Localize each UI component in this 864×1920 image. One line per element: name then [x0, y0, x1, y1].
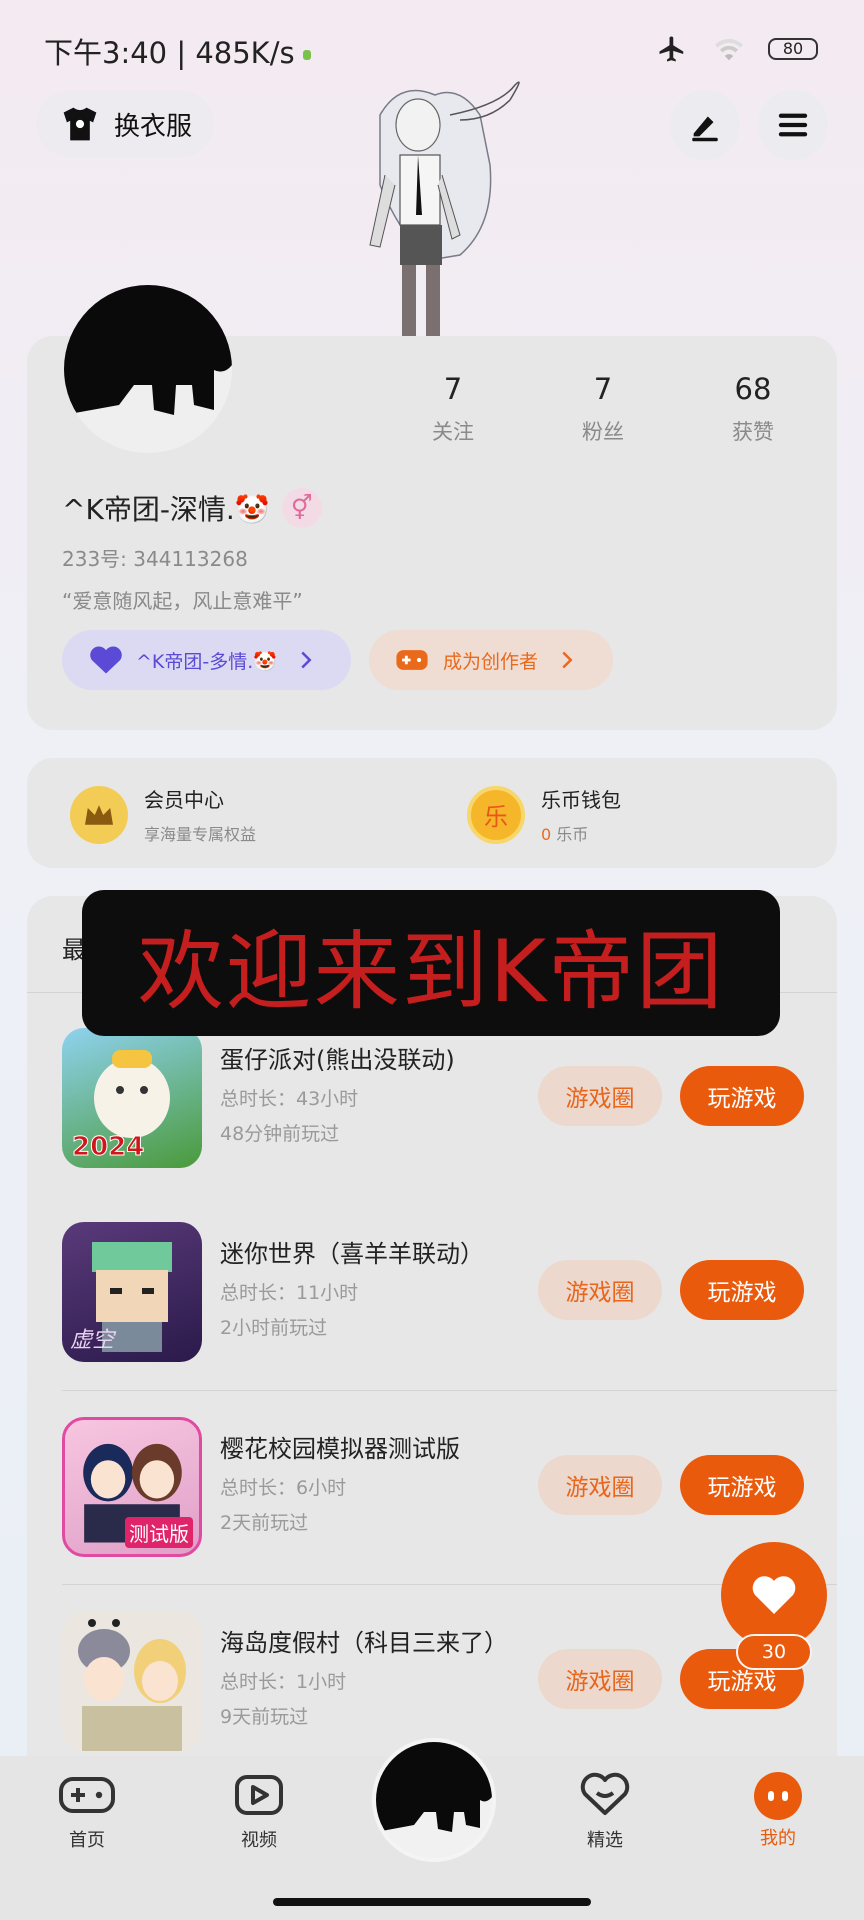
game-duration: 总时长：6小时 — [220, 1477, 347, 1499]
game-row[interactable]: 测试版 樱花校园模拟器测试版 总时长：6小时 2天前玩过 游戏圈 玩游戏 — [62, 1417, 806, 1557]
game-name: 海岛度假村（科目三来了） — [220, 1629, 508, 1657]
game-last-played: 9天前玩过 — [220, 1706, 309, 1728]
followers-count: 7 — [593, 372, 613, 406]
play-game-button[interactable]: 玩游戏 — [680, 1066, 804, 1126]
status-icons: 80 — [654, 34, 818, 64]
chevron-right-icon — [301, 651, 312, 669]
like-float-button[interactable] — [721, 1542, 827, 1648]
play-game-button[interactable]: 玩游戏 — [680, 1455, 804, 1515]
member-center-entry[interactable]: 会员中心 享海量专属权益 — [70, 784, 256, 845]
heart-outline-icon — [580, 1772, 630, 1815]
nickname-row: ^K帝团-深情.🤡 ⚥ — [62, 488, 322, 528]
game-row[interactable]: 虚空 迷你世界（喜羊羊联动） 总时长：11小时 2小时前玩过 游戏圈 玩游戏 — [62, 1222, 806, 1362]
game-name: 樱花校园模拟器测试版 — [220, 1435, 460, 1463]
likes-count: 68 — [734, 372, 772, 406]
play-video-icon — [235, 1775, 283, 1815]
game-circle-button[interactable]: 游戏圈 — [538, 1455, 662, 1515]
game-name: 迷你世界（喜羊羊联动） — [220, 1240, 484, 1268]
chevron-right-icon — [562, 651, 573, 669]
nav-home[interactable]: 首页 — [32, 1772, 142, 1852]
nav-mine[interactable]: 我的 — [723, 1772, 833, 1850]
game-duration: 总时长：1小时 — [220, 1671, 347, 1693]
like-count-badge: 30 — [736, 1634, 812, 1670]
signal-dot-icon — [302, 50, 311, 60]
game-duration: 总时长：11小时 — [220, 1282, 359, 1304]
profile-avatar[interactable] — [64, 285, 232, 453]
game-row[interactable]: 海岛度假村（科目三来了） 总时长：1小时 9天前玩过 游戏圈 玩游戏 — [62, 1611, 806, 1751]
divider — [62, 1584, 837, 1585]
status-time-text: 下午3:40 | 485K/s — [44, 36, 295, 70]
status-time: 下午3:40 | 485K/s — [44, 30, 311, 72]
game-icon-text: 虚空 — [70, 1328, 115, 1353]
menu-icon — [778, 113, 808, 137]
game-last-played: 2小时前玩过 — [220, 1317, 328, 1339]
wallet-title: 乐币钱包 — [541, 788, 621, 812]
member-center-subtitle: 享海量专属权益 — [144, 825, 257, 844]
game-icon-text: 测试版 — [125, 1517, 193, 1548]
welcome-banner: 欢迎来到K帝团 — [82, 890, 780, 1036]
avatar-character-figure — [340, 75, 540, 337]
stat-followers[interactable]: 7 粉丝 — [543, 372, 663, 446]
followers-label: 粉丝 — [582, 420, 624, 444]
nav-video-label: 视频 — [241, 1830, 277, 1851]
member-center-title: 会员中心 — [144, 788, 224, 812]
game-icon-eggy-party[interactable]: 2024 — [62, 1028, 202, 1168]
nav-video[interactable]: 视频 — [204, 1772, 314, 1852]
game-duration: 总时长：43小时 — [220, 1088, 359, 1110]
coin-icon: 乐 — [467, 785, 525, 844]
wifi-icon — [715, 38, 743, 61]
game-icon-text: 2024 — [71, 1132, 145, 1163]
gamepad-icon — [396, 650, 428, 670]
game-circle-button[interactable]: 游戏圈 — [538, 1649, 662, 1709]
stat-likes[interactable]: 68 获赞 — [693, 372, 813, 446]
tshirt-icon — [63, 107, 97, 141]
nav-center-avatar[interactable] — [372, 1738, 496, 1862]
game-circle-button[interactable]: 游戏圈 — [538, 1260, 662, 1320]
user-id: 233号: 344113268 — [62, 547, 248, 571]
game-icon-sakura-school[interactable]: 测试版 — [62, 1417, 202, 1557]
likes-label: 获赞 — [732, 420, 774, 444]
nickname: ^K帝团-深情.🤡 — [62, 493, 270, 526]
game-last-played: 48分钟前玩过 — [220, 1123, 340, 1145]
wallet-entry[interactable]: 乐 乐币钱包 0 乐币 — [467, 784, 621, 845]
game-icon-island-resort[interactable] — [62, 1611, 202, 1751]
nav-featured[interactable]: 精选 — [550, 1772, 660, 1852]
stat-following[interactable]: 7 关注 — [393, 372, 513, 446]
change-outfit-label: 换衣服 — [114, 111, 193, 142]
edit-button[interactable] — [670, 90, 740, 160]
nav-featured-label: 精选 — [587, 1830, 623, 1851]
nav-home-label: 首页 — [69, 1830, 105, 1851]
battery-icon: 80 — [768, 38, 818, 60]
gender-icon: ⚥ — [281, 488, 322, 528]
crown-icon — [70, 785, 128, 844]
heart-icon — [752, 1576, 796, 1614]
following-label: 关注 — [432, 420, 474, 444]
become-creator-button[interactable]: 成为创作者 — [369, 630, 613, 690]
gamepad-icon — [59, 1777, 115, 1813]
following-count: 7 — [443, 372, 463, 406]
airplane-icon — [659, 36, 684, 62]
play-game-button[interactable]: 玩游戏 — [680, 1260, 804, 1320]
game-circle-button[interactable]: 游戏圈 — [538, 1066, 662, 1126]
wallet-balance: 0 乐币 — [541, 821, 621, 845]
become-creator-label: 成为创作者 — [443, 650, 539, 673]
divider — [62, 1390, 837, 1391]
game-row[interactable]: 2024 蛋仔派对(熊出没联动) 总时长：43小时 48分钟前玩过 游戏圈 玩游… — [62, 1028, 806, 1168]
mine-face-icon — [754, 1772, 802, 1820]
bio: “爱意随风起，风止意难平” — [62, 589, 303, 613]
pen-icon — [692, 116, 718, 142]
home-indicator[interactable] — [273, 1898, 591, 1906]
menu-button[interactable] — [758, 90, 828, 160]
nav-mine-label: 我的 — [760, 1828, 796, 1849]
heart-icon — [90, 646, 122, 674]
game-last-played: 2天前玩过 — [220, 1512, 309, 1534]
wallet-unit: 乐币 — [556, 825, 589, 844]
change-outfit-button[interactable]: 换衣服 — [36, 91, 214, 157]
game-name: 蛋仔派对(熊出没联动) — [220, 1046, 455, 1074]
group-pill-button[interactable]: ^K帝团-多情.🤡 — [62, 630, 351, 690]
game-icon-mini-world[interactable]: 虚空 — [62, 1222, 202, 1362]
wallet-amount: 0 — [541, 825, 552, 844]
group-pill-label: ^K帝团-多情.🤡 — [136, 650, 277, 673]
